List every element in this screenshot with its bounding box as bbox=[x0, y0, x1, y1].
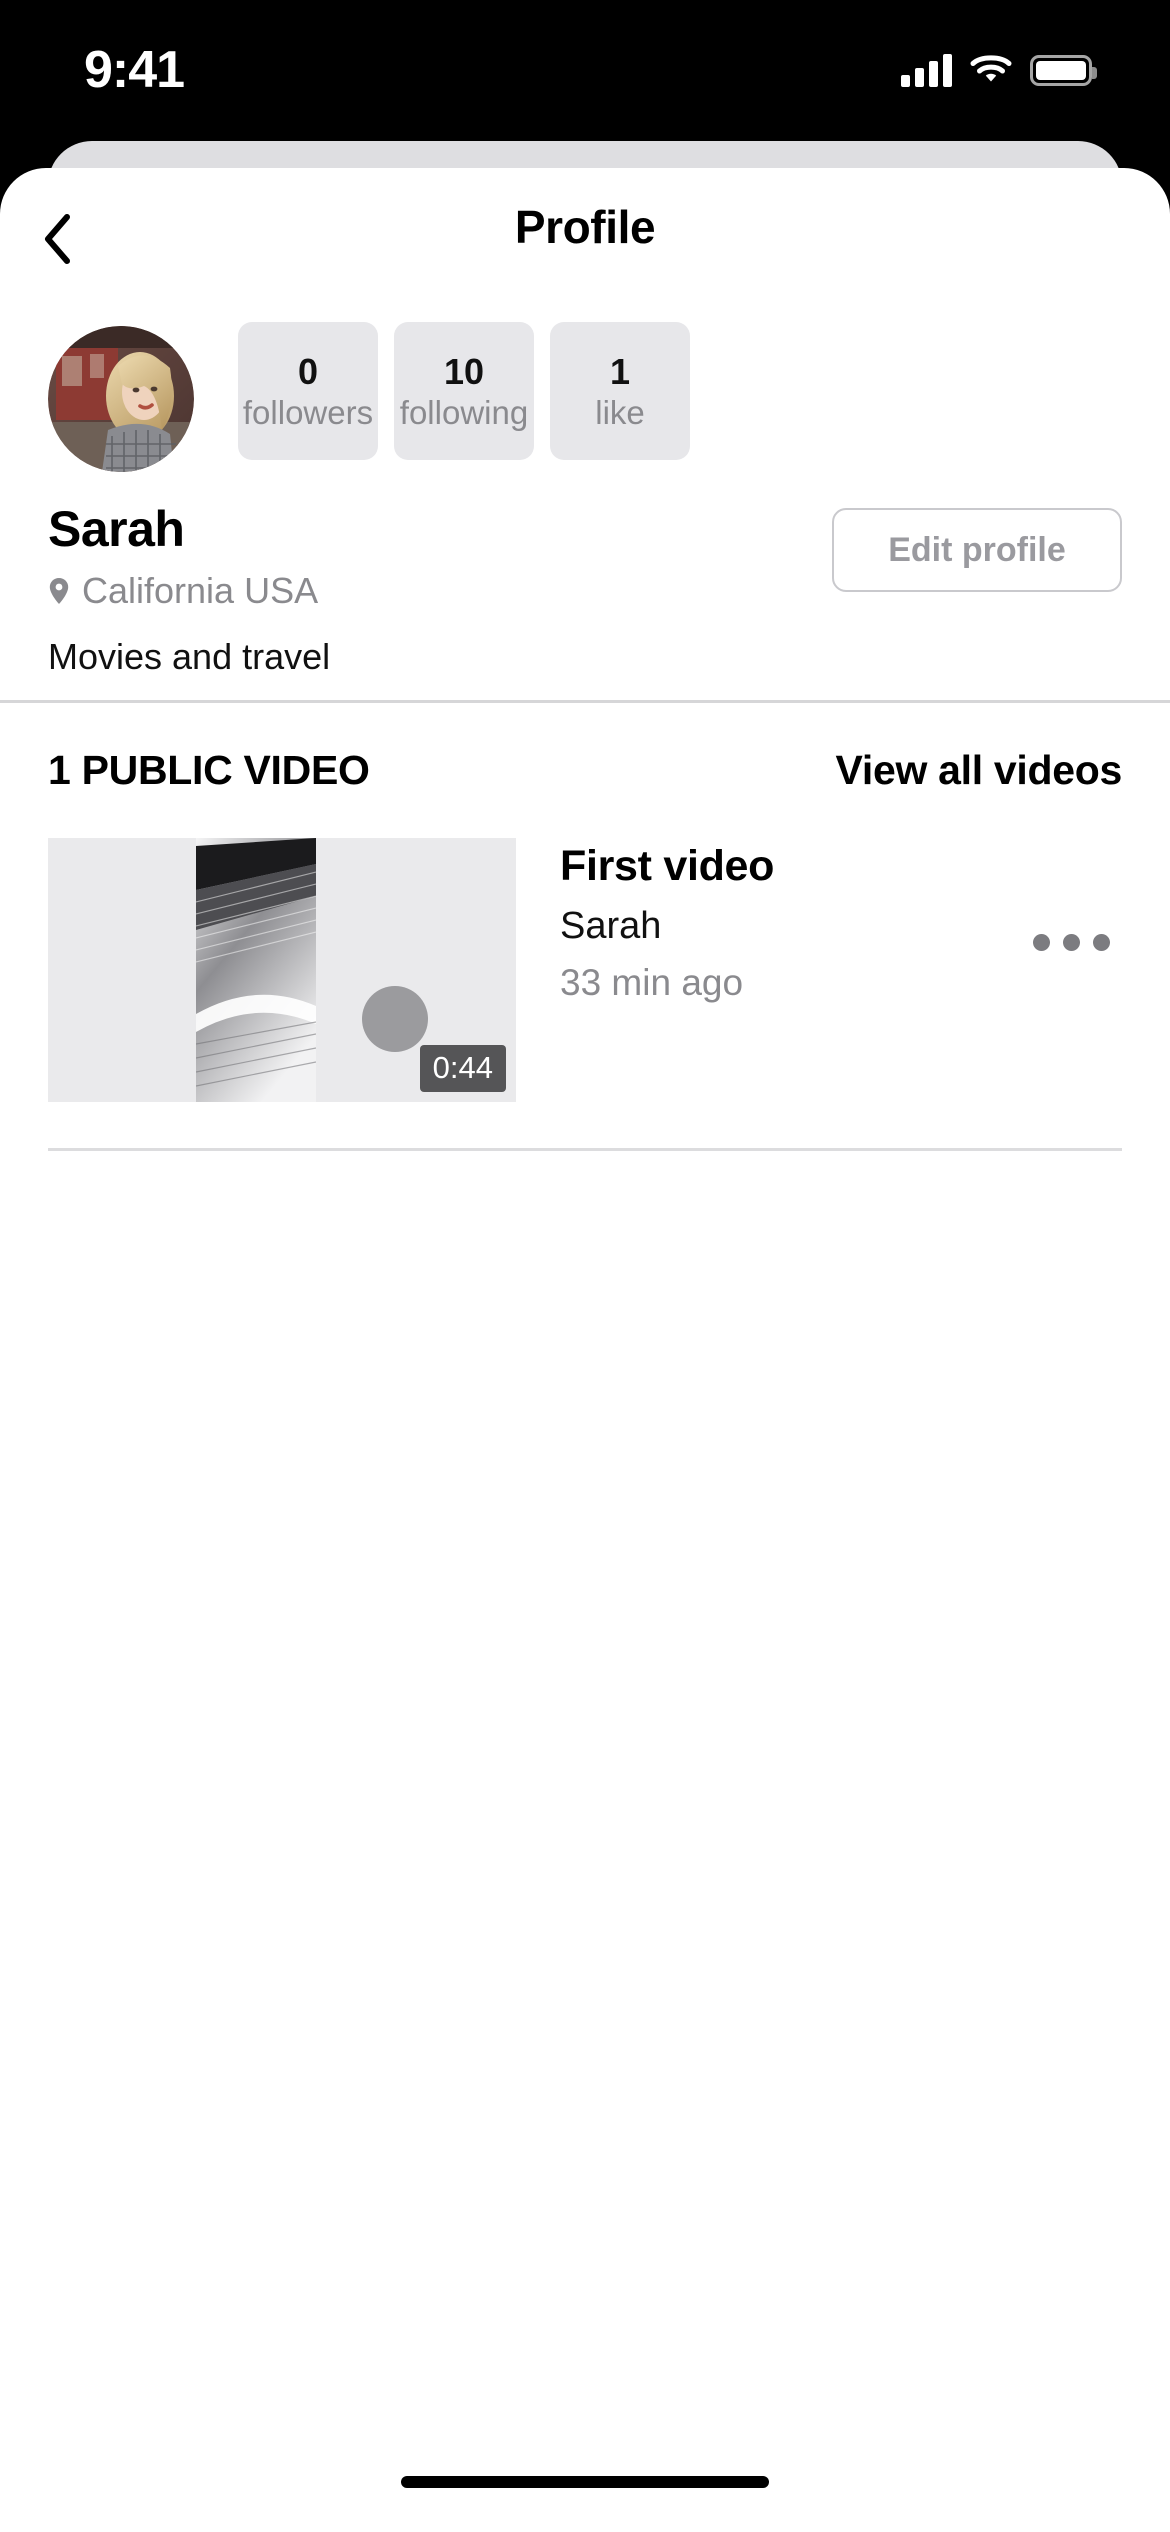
user-location-text: California USA bbox=[82, 570, 319, 611]
battery-icon bbox=[1030, 54, 1097, 86]
location-pin-icon bbox=[49, 578, 69, 604]
status-bar: 9:41 bbox=[0, 0, 1170, 150]
stat-likes-label: like bbox=[595, 393, 645, 431]
page-title: Profile bbox=[514, 201, 656, 253]
home-indicator bbox=[401, 2476, 769, 2488]
stat-following[interactable]: 10 following bbox=[394, 322, 534, 460]
identity-row: Sarah California USA Edit profile bbox=[0, 500, 1170, 612]
video-title: First video bbox=[560, 842, 775, 890]
video-timestamp: 33 min ago bbox=[560, 962, 744, 1003]
view-all-videos-link[interactable]: View all videos bbox=[836, 747, 1123, 794]
profile-sheet: Profile 0 followers 10 following 1 like … bbox=[0, 168, 1170, 2532]
stat-followers-label: followers bbox=[242, 393, 374, 431]
video-author: Sarah bbox=[560, 905, 662, 947]
status-bar-time: 9:41 bbox=[84, 41, 185, 99]
videos-section-title: 1 PUBLIC VIDEO bbox=[48, 747, 370, 793]
cellular-signal-icon bbox=[901, 53, 952, 87]
video-metadata: First video Sarah 33 min ago bbox=[560, 838, 1011, 1004]
avatar[interactable] bbox=[48, 326, 194, 472]
status-bar-indicators bbox=[901, 48, 1097, 92]
wifi-icon bbox=[970, 52, 1012, 89]
stat-followers[interactable]: 0 followers bbox=[238, 322, 378, 460]
video-thumbnail[interactable]: 0:44 bbox=[48, 838, 516, 1102]
stat-following-value: 10 bbox=[443, 350, 485, 392]
navigation-bar: Profile bbox=[0, 168, 1170, 300]
more-horizontal-icon[interactable] bbox=[1021, 922, 1122, 963]
play-button-overlay[interactable] bbox=[362, 986, 428, 1052]
edit-profile-button[interactable]: Edit profile bbox=[832, 508, 1122, 592]
stat-following-label: following bbox=[399, 393, 529, 431]
videos-section-header: 1 PUBLIC VIDEO View all videos bbox=[0, 747, 1170, 794]
video-row-divider bbox=[48, 1148, 1122, 1151]
profile-stats: 0 followers 10 following 1 like bbox=[238, 322, 690, 460]
user-bio: Movies and travel bbox=[48, 636, 331, 677]
identity-text: Sarah California USA bbox=[48, 500, 318, 612]
video-duration-badge: 0:44 bbox=[419, 1045, 506, 1092]
profile-header: 0 followers 10 following 1 like bbox=[0, 300, 1170, 472]
section-divider bbox=[0, 700, 1170, 703]
user-location: California USA bbox=[48, 570, 318, 612]
user-name: Sarah bbox=[48, 501, 185, 557]
stat-likes-value: 1 bbox=[609, 350, 631, 392]
stat-followers-value: 0 bbox=[297, 350, 319, 392]
stat-likes[interactable]: 1 like bbox=[550, 322, 690, 460]
video-list-item[interactable]: 0:44 First video Sarah 33 min ago bbox=[0, 838, 1170, 1102]
